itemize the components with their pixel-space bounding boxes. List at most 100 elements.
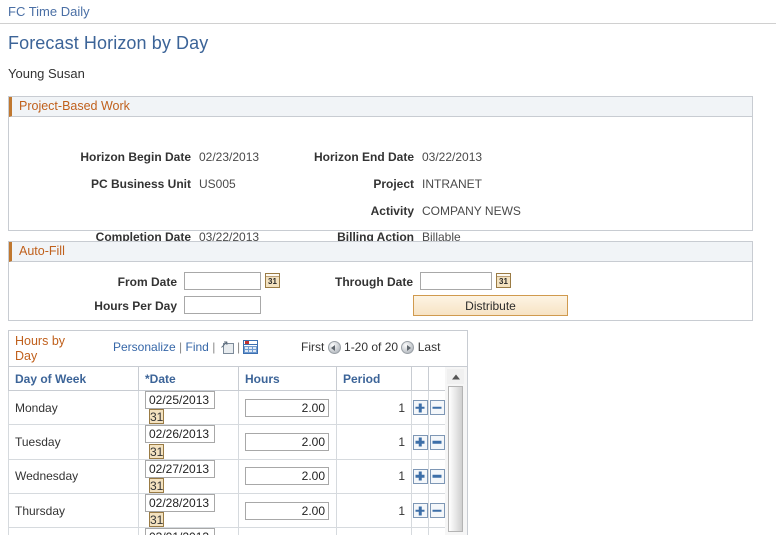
distribute-button[interactable]: Distribute [413, 295, 568, 316]
cell-delete [428, 458, 446, 494]
row-hours-input[interactable] [245, 467, 329, 486]
cell-period: 1 [336, 527, 412, 535]
table-row: Wednesday 31 1 [8, 458, 446, 494]
row-hours-input[interactable] [245, 398, 329, 417]
scrollbar-up-arrow-icon[interactable] [447, 369, 464, 384]
grid-toolbar-actions: Personalize | Find | ↗ | [113, 340, 259, 354]
grid-caption: Hours by Day [15, 334, 66, 363]
cell-date: 31 [138, 424, 239, 460]
row-hours-input[interactable] [245, 432, 329, 451]
find-link[interactable]: Find [186, 340, 209, 354]
row-calendar-day-text: 31 [150, 513, 164, 528]
through-date-input[interactable] [420, 272, 492, 290]
through-date-calendar-icon[interactable]: 31 [496, 273, 511, 288]
toolbar-separator-3: | [237, 340, 241, 354]
grid-table-region: Day of Week *Date Hours Period Monday 02… [8, 366, 468, 535]
activity-value: COMPANY NEWS [422, 204, 521, 218]
project-label: Project [373, 177, 414, 191]
cell-delete [428, 527, 446, 535]
table-header-row: Day of Week *Date Hours Period [8, 366, 446, 391]
through-date-label: Through Date [335, 275, 413, 289]
cell-delete [428, 424, 446, 460]
row-calendar-day-text: 31 [150, 478, 164, 493]
row-date-input[interactable] [145, 425, 215, 444]
table-row: Tuesday 31 1 [8, 424, 446, 460]
col-hours[interactable]: Hours [238, 366, 337, 391]
minus-icon[interactable] [429, 400, 445, 416]
plus-icon[interactable] [412, 434, 428, 450]
cell-add [411, 527, 429, 535]
personalize-link[interactable]: Personalize [113, 340, 176, 354]
plus-icon[interactable] [412, 503, 428, 519]
page-title: Forecast Horizon by Day [8, 33, 209, 53]
calendar-icon-day-text-2: 31 [499, 277, 508, 286]
cell-add [411, 492, 429, 529]
hours-table: Day of Week *Date Hours Period Monday 02… [8, 366, 446, 535]
row-calendar-day-text: 31 [150, 410, 164, 425]
row-date-input[interactable] [145, 493, 215, 512]
col-period[interactable]: Period [336, 366, 412, 391]
row-calendar-icon[interactable]: 31 [149, 477, 164, 493]
cell-date: 31 [138, 389, 239, 426]
cell-day-of-week: Thursday [8, 492, 139, 529]
project-based-work-body: Horizon Begin Date 02/23/2013 Horizon En… [9, 117, 752, 244]
download-grid-icon[interactable] [243, 340, 259, 354]
col-date[interactable]: *Date [138, 366, 239, 391]
cell-hours [238, 492, 337, 529]
cell-date: 31 [138, 492, 239, 529]
table-row: Monday 31 1 [8, 389, 446, 426]
row-hours-input[interactable] [245, 501, 329, 520]
table-row: Friday 31 1 [8, 527, 446, 535]
hours-per-day-input[interactable] [184, 296, 261, 314]
auto-fill-header: Auto-Fill [9, 242, 752, 262]
plus-icon[interactable] [412, 468, 428, 484]
row-calendar-icon[interactable]: 31 [149, 443, 164, 459]
expand-icon[interactable]: ↗ [219, 340, 234, 354]
minus-icon[interactable] [429, 503, 445, 519]
row-date-input[interactable] [145, 528, 215, 535]
cell-hours [238, 389, 337, 426]
cell-hours [238, 458, 337, 494]
cell-date: 31 [138, 458, 239, 494]
previous-arrow-icon[interactable] [327, 341, 341, 354]
cell-period: 1 [336, 458, 412, 494]
row-calendar-icon[interactable]: 31 [149, 512, 164, 528]
project-based-work-header: Project-Based Work [9, 97, 752, 117]
cell-add [411, 424, 429, 460]
cell-delete [428, 492, 446, 529]
cell-add [411, 389, 429, 426]
row-calendar-day-text: 31 [150, 444, 164, 459]
minus-icon[interactable] [429, 434, 445, 450]
col-day-of-week[interactable]: Day of Week [8, 366, 139, 391]
pc-business-unit-value: US005 [199, 177, 236, 191]
hours-per-day-label: Hours Per Day [94, 299, 177, 313]
cell-delete [428, 389, 446, 426]
grid-vertical-scrollbar[interactable] [445, 366, 468, 535]
cell-day-of-week: Monday [8, 389, 139, 426]
page-subtitle-employee-name: Young Susan [8, 66, 85, 81]
minus-icon[interactable] [429, 468, 445, 484]
from-date-label: From Date [117, 275, 177, 289]
project-based-work-panel: Project-Based Work Horizon Begin Date 02… [8, 96, 753, 244]
scrollbar-thumb[interactable] [448, 386, 463, 532]
auto-fill-panel: Auto-Fill From Date 31 Through Date 31 H… [8, 241, 753, 321]
cell-date: 31 [138, 527, 239, 535]
cell-period: 1 [336, 424, 412, 460]
horizon-begin-date-label: Horizon Begin Date [80, 150, 191, 164]
row-date-input[interactable] [145, 391, 215, 409]
activity-label: Activity [370, 204, 414, 218]
row-date-input[interactable] [145, 459, 215, 478]
pager-last-link[interactable]: Last [418, 340, 441, 354]
pager-first-link[interactable]: First [301, 340, 324, 354]
cell-day-of-week: Tuesday [8, 424, 139, 460]
toolbar-separator-2: | [212, 340, 216, 354]
row-calendar-icon[interactable]: 31 [149, 409, 164, 425]
horizon-end-date-label: Horizon End Date [313, 150, 414, 164]
breadcrumb: FC Time Daily [0, 0, 776, 24]
table-row: Thursday 31 1 [8, 492, 446, 529]
breadcrumb-link-fc-time-daily[interactable]: FC Time Daily [8, 4, 90, 19]
next-arrow-icon[interactable] [401, 341, 415, 354]
grid-toolbar: Hours by Day Personalize | Find | ↗ | Fi… [8, 330, 468, 366]
cell-hours [238, 527, 337, 535]
plus-icon[interactable] [412, 400, 428, 416]
